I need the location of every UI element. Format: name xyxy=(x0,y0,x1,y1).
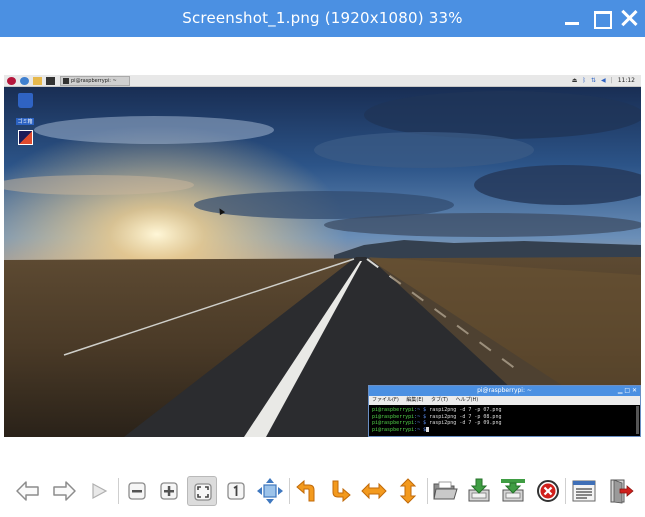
quit-button[interactable] xyxy=(605,476,635,506)
toolbar-separator xyxy=(565,478,566,504)
save-icon xyxy=(468,478,490,502)
terminal-icon xyxy=(46,77,55,85)
next-image-button[interactable] xyxy=(49,476,79,506)
app-desktop-icon xyxy=(10,130,40,145)
trash-desktop-icon: ゴミ箱 xyxy=(10,93,40,127)
arrow-right-icon xyxy=(53,481,76,501)
preferences-button[interactable] xyxy=(569,476,599,506)
clock: 11:12 xyxy=(617,77,635,84)
terminal-menu-help: ヘルプ(H) xyxy=(455,397,479,403)
file-manager-icon xyxy=(33,77,42,85)
terminal-menu-bar: ファイル(F) 編集(E) タブ(T) ヘルプ(H) xyxy=(369,396,640,405)
terminal-line: pi@raspberrypi:~ $ xyxy=(372,426,637,434)
terminal-path: :~ $ xyxy=(414,426,427,433)
delete-file-button[interactable] xyxy=(533,476,563,506)
terminal-prompt: pi@raspberrypi xyxy=(372,413,415,420)
terminal-menu-file: ファイル(F) xyxy=(372,397,399,403)
zoom-out-button[interactable] xyxy=(122,476,152,506)
terminal-path: :~ $ xyxy=(414,413,427,420)
fullscreen-icon xyxy=(257,478,283,504)
trash-label: ゴミ箱 xyxy=(16,118,34,125)
terminal-title-bar: pi@raspberrypi: ~ ▁ □ ✕ xyxy=(369,386,640,396)
terminal-command: raspi2png -d 7 -p 08.png xyxy=(426,413,502,420)
toolbar-separator xyxy=(118,478,119,504)
save-as-button[interactable] xyxy=(498,476,528,506)
toolbar-separator xyxy=(427,478,428,504)
system-tray: ⏏ ᛒ ⇅ ◀ | 11:12 xyxy=(567,76,635,86)
volume-icon: ◀ xyxy=(601,77,606,84)
terminal-window-controls: ▁ □ ✕ xyxy=(617,387,637,394)
flip-horizontal-button[interactable] xyxy=(359,476,389,506)
minimize-button[interactable] xyxy=(562,8,582,28)
raspberry-pi-taskbar: pi@raspberrypi: ~ ⏏ ᛒ ⇅ ◀ | 11:12 xyxy=(4,75,641,87)
terminal-path: :~ $ xyxy=(414,407,427,413)
preferences-icon xyxy=(572,480,596,502)
terminal-command: raspi2png -d 7 -p 09.png xyxy=(426,420,502,426)
flip-horizontal-icon xyxy=(361,482,387,500)
terminal-prompt: pi@raspberrypi xyxy=(372,420,415,426)
terminal-body: pi@raspberrypi:~ $ raspi2png -d 7 -p 07.… xyxy=(369,405,640,435)
flip-vertical-button[interactable] xyxy=(393,476,423,506)
terminal-scrollbar xyxy=(636,406,639,434)
trash-icon xyxy=(17,93,33,108)
rotate-left-icon xyxy=(296,479,315,502)
zoom-in-icon xyxy=(160,482,178,500)
terminal-window: pi@raspberrypi: ~ ▁ □ ✕ ファイル(F) 編集(E) タブ… xyxy=(368,385,641,437)
fit-window-icon xyxy=(194,483,212,501)
rotate-right-button[interactable] xyxy=(325,476,355,506)
terminal-menu-edit: 編集(E) xyxy=(406,397,424,403)
original-size-button[interactable] xyxy=(221,476,251,506)
exit-icon xyxy=(610,479,634,504)
open-file-button[interactable] xyxy=(430,476,460,506)
slideshow-button[interactable] xyxy=(84,476,114,506)
network-icon: ⇅ xyxy=(591,77,597,84)
terminal-prompt: pi@raspberrypi xyxy=(372,407,415,413)
original-size-icon xyxy=(227,482,245,500)
terminal-cursor xyxy=(426,426,430,432)
play-icon xyxy=(92,482,108,500)
maximize-button[interactable] xyxy=(591,8,612,29)
save-file-button[interactable] xyxy=(464,476,494,506)
toolbar-separator xyxy=(289,478,290,504)
app-icon xyxy=(17,130,33,145)
title-bar[interactable]: Screenshot_1.png (1920x1080) 33% xyxy=(0,0,645,37)
zoom-out-icon xyxy=(128,482,146,500)
bluetooth-icon: ᛒ xyxy=(582,77,587,84)
delete-icon xyxy=(537,480,559,502)
terminal-title: pi@raspberrypi: ~ xyxy=(477,387,532,394)
window-title: Screenshot_1.png (1920x1080) 33% xyxy=(182,9,463,27)
web-browser-icon xyxy=(20,77,29,85)
fullscreen-button[interactable] xyxy=(255,476,285,506)
image-viewer-window: Screenshot_1.png (1920x1080) 33% pi@rasp… xyxy=(0,0,645,517)
terminal-menu-tabs: タブ(T) xyxy=(431,397,448,403)
rotate-right-icon xyxy=(332,480,351,503)
displayed-screenshot-image xyxy=(4,75,641,437)
image-viewport[interactable]: pi@raspberrypi: ~ ⏏ ᛒ ⇅ ◀ | 11:12 ゴミ箱 pi@rasp… xyxy=(4,75,641,437)
previous-image-button[interactable] xyxy=(13,476,43,506)
arrow-left-icon xyxy=(16,481,39,501)
terminal-command: raspi2png -d 7 -p 07.png xyxy=(426,407,502,413)
terminal-path: :~ $ xyxy=(414,420,427,426)
eject-icon: ⏏ xyxy=(571,77,578,84)
bottom-toolbar xyxy=(0,472,645,517)
fit-window-button[interactable] xyxy=(187,476,217,506)
zoom-in-button[interactable] xyxy=(154,476,184,506)
close-button[interactable] xyxy=(619,8,639,28)
rotate-left-button[interactable] xyxy=(292,476,322,506)
terminal-prompt: pi@raspberrypi xyxy=(372,426,415,433)
flip-vertical-icon xyxy=(399,478,417,504)
folder-open-icon xyxy=(433,481,458,500)
raspberry-menu-icon xyxy=(7,77,16,85)
taskbar-window-button: pi@raspberrypi: ~ xyxy=(60,76,130,86)
save-as-icon xyxy=(501,479,525,502)
tray-separator: | xyxy=(610,77,613,84)
